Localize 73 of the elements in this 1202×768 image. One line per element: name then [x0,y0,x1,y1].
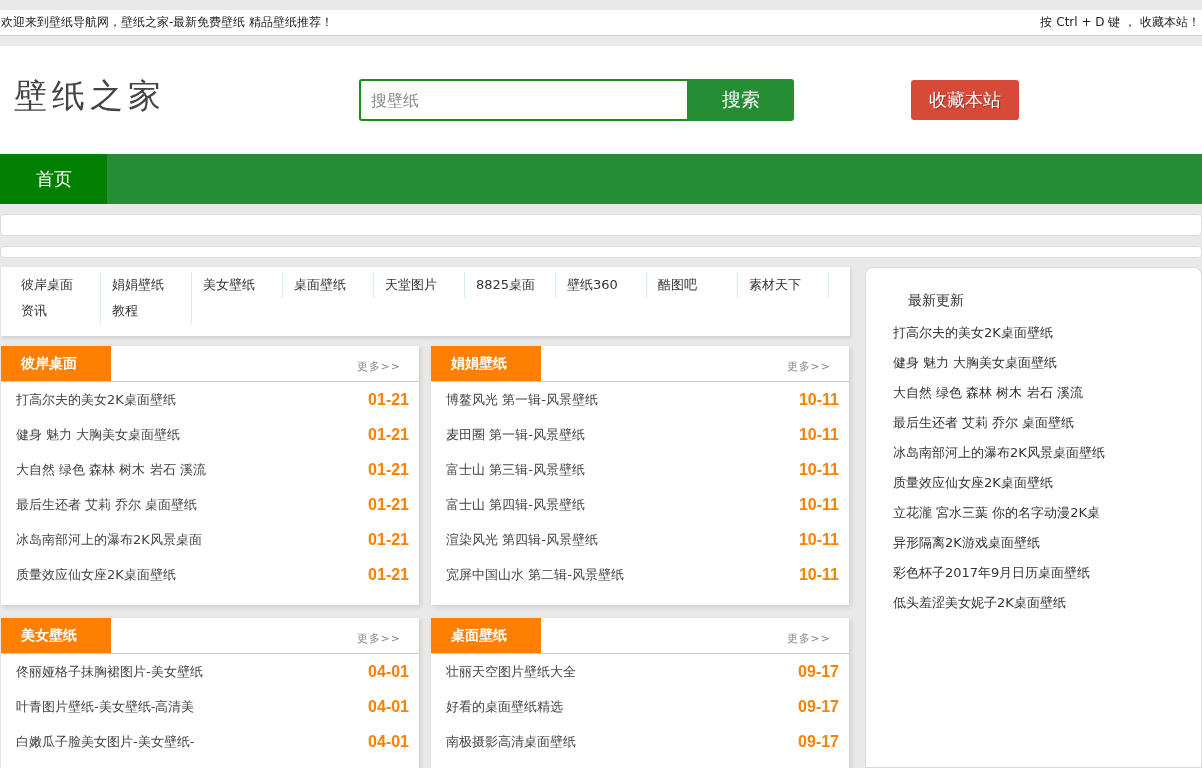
latest-link[interactable]: 立花瀧 宮水三葉 你的名字动漫2K桌 [893,498,1101,528]
article-link[interactable]: 健身 魅力 大胸美女桌面壁纸 [16,425,181,444]
section-title: 娟娟壁纸 [431,346,541,381]
article-date: 01-21 [368,425,409,444]
article-date: 10-11 [798,390,839,409]
latest-link[interactable]: 冰岛南部河上的瀑布2K风景桌面壁纸 [893,438,1105,468]
search-field[interactable]: 搜壁纸 [359,79,687,121]
site-link[interactable]: 天堂图片 [374,272,465,298]
article-link[interactable]: 打高尔夫的美女2K桌面壁纸 [16,390,176,409]
article-link[interactable]: 白嫩瓜子脸美女图片-美女壁纸- [16,732,195,751]
bookmark-hint: 按 Ctrl + D 键 ， 收藏本站！ [1040,14,1200,31]
search-button[interactable]: 搜索 [687,79,794,121]
more-link[interactable]: 更多>> [786,625,831,646]
bookmark-button[interactable]: 收藏本站 [911,80,1019,120]
article-link[interactable]: 好看的桌面壁纸精选 [446,697,563,716]
article-date: 04-01 [368,697,409,716]
article-link[interactable]: 质量效应仙女座2K桌面壁纸 [16,565,176,584]
site-logo[interactable]: 壁纸之家 [14,73,166,119]
article-link[interactable]: 麦田圈 第一辑-风景壁纸 [446,425,585,444]
article-link[interactable]: 壮丽天空图片壁纸大全 [446,662,576,681]
article-link[interactable]: 博鳌风光 第一辑-风景壁纸 [446,390,598,409]
latest-link[interactable]: 大自然 绿色 森林 树木 岩石 溪流 [893,378,1083,408]
article-link[interactable]: 富士山 第四辑-风景壁纸 [446,495,585,514]
site-link[interactable]: 资讯 [10,298,101,324]
site-link[interactable]: 酷图吧 [647,272,738,298]
article-link[interactable]: 宽屏中国山水 第二辑-风景壁纸 [446,565,624,584]
article-link[interactable]: 富士山 第三辑-风景壁纸 [446,460,585,479]
article-date: 04-01 [368,732,409,751]
site-link[interactable]: 壁纸360 [556,272,647,298]
article-date: 01-21 [368,530,409,549]
section-title: 彼岸桌面 [1,346,111,381]
article-date: 01-21 [368,495,409,514]
more-link[interactable]: 更多>> [356,353,401,374]
latest-link[interactable]: 质量效应仙女座2K桌面壁纸 [893,468,1053,498]
article-date: 01-21 [368,390,409,409]
site-link[interactable]: 美女壁纸 [192,272,283,298]
section-title: 美女壁纸 [1,618,111,653]
article-date: 10-11 [798,495,839,514]
article-date: 01-21 [368,460,409,479]
article-link[interactable]: 南极摄影高清桌面壁纸 [446,732,576,751]
more-link[interactable]: 更多>> [356,625,401,646]
nav-tab[interactable]: 首页 [0,154,107,204]
latest-link[interactable]: 彩色杯子2017年9月日历桌面壁纸 [893,558,1091,588]
site-link[interactable]: 桌面壁纸 [283,272,374,298]
article-link[interactable]: 大自然 绿色 森林 树木 岩石 溪流 [16,460,206,479]
latest-link[interactable]: 最后生还者 艾莉 乔尔 桌面壁纸 [893,408,1075,438]
article-date: 10-11 [798,565,839,584]
article-link[interactable]: 叶青图片壁纸-美女壁纸-高清美 [16,697,195,716]
site-link[interactable]: 素材天下 [738,272,829,298]
article-link[interactable]: 冰岛南部河上的瀑布2K风景桌面 [16,530,202,549]
article-link[interactable]: 渲染风光 第四辑-风景壁纸 [446,530,598,549]
site-link[interactable]: 彼岸桌面 [10,272,101,298]
site-link[interactable]: 娟娟壁纸 [101,272,192,298]
article-date: 01-21 [368,565,409,584]
latest-title: 最新更新 [907,291,964,310]
article-date: 09-17 [798,697,839,716]
article-date: 10-11 [798,425,839,444]
latest-link[interactable]: 健身 魅力 大胸美女桌面壁纸 [893,348,1058,378]
article-date: 10-11 [798,530,839,549]
site-link[interactable]: 8825桌面 [465,272,556,298]
article-date: 09-17 [798,662,839,681]
latest-link[interactable]: 低头羞涩美女妮子2K桌面壁纸 [893,588,1066,618]
welcome-text: 欢迎来到壁纸导航网，壁纸之家-最新免费壁纸 精品壁纸推荐！ [1,14,334,31]
article-date: 09-17 [798,732,839,751]
latest-link[interactable]: 打高尔夫的美女2K桌面壁纸 [893,318,1053,348]
article-date: 10-11 [798,460,839,479]
more-link[interactable]: 更多>> [786,353,831,374]
section-title: 桌面壁纸 [431,618,541,653]
site-link[interactable]: 教程 [101,298,192,324]
latest-link[interactable]: 异形隔离2K游戏桌面壁纸 [893,528,1040,558]
article-date: 04-01 [368,662,409,681]
article-link[interactable]: 佟丽娅格子抹胸裙图片-美女壁纸 [16,662,203,681]
article-link[interactable]: 最后生还者 艾莉 乔尔 桌面壁纸 [16,495,198,514]
